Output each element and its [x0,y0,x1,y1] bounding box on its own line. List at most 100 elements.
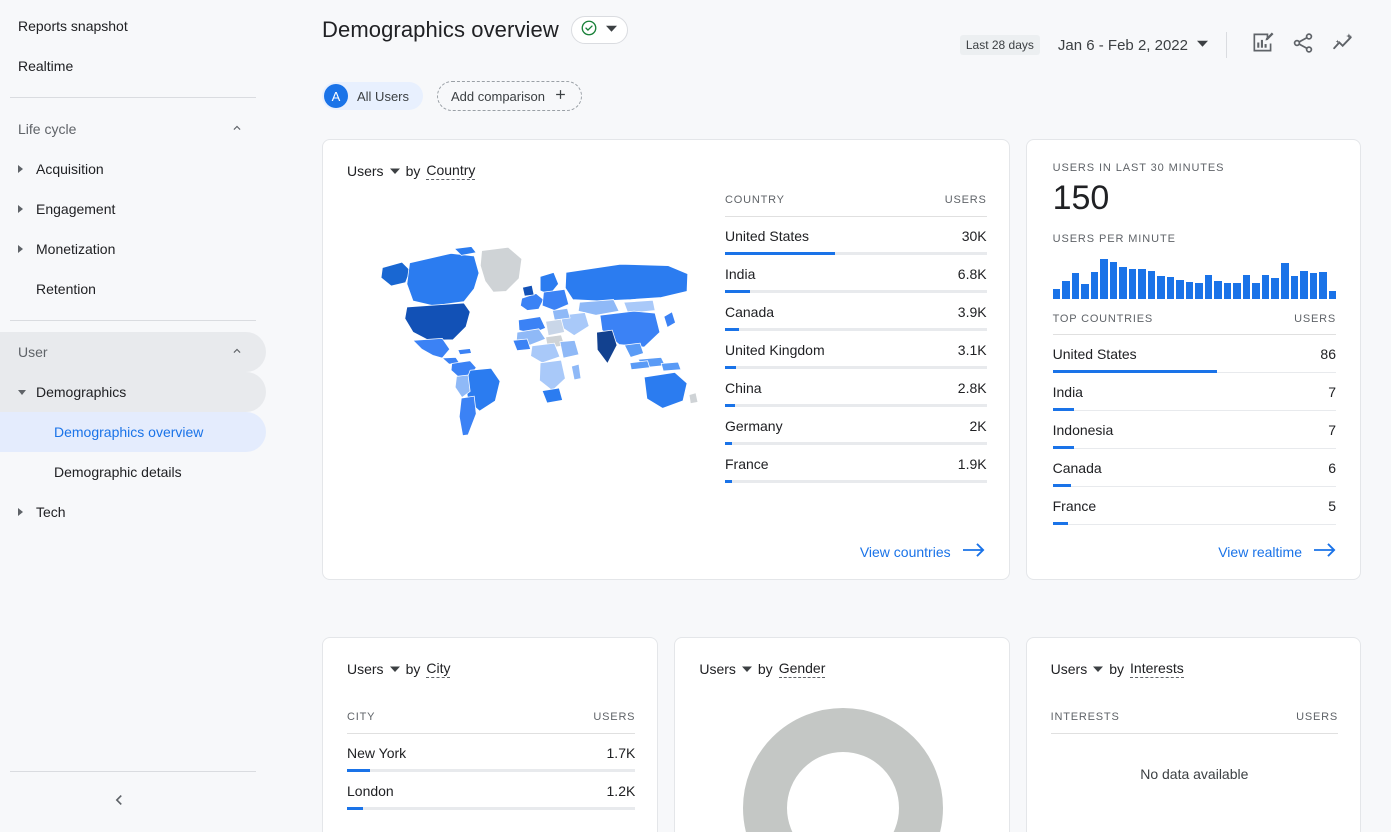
spark-bar [1119,267,1127,299]
by-label: by [758,661,773,677]
table-row[interactable]: Indonesia7 [1053,411,1336,449]
table-row[interactable]: United States86 [1053,335,1336,373]
table-row-content: United States86 [1053,346,1336,362]
sidebar-item-reports-snapshot[interactable]: Reports snapshot [0,6,266,46]
table-row[interactable]: United States30K [725,217,987,255]
world-map-chart[interactable] [347,194,717,464]
spark-bar [1167,277,1175,299]
insights-icon [1331,30,1356,60]
table-row[interactable]: United Kingdom3.1K [725,331,987,369]
spark-bar [1205,275,1213,298]
table-row[interactable]: France5 [1053,487,1336,525]
dimension-selector-city[interactable]: City [426,660,450,678]
sidebar-item-realtime[interactable]: Realtime [0,46,266,86]
sidebar-item-tech[interactable]: Tech [0,492,266,532]
chevron-up-icon [230,121,244,138]
arrow-right-icon [963,542,985,561]
caret-down-icon [18,390,36,395]
report-status-dropdown[interactable] [571,16,628,44]
spark-bar [1186,282,1194,299]
insights-button[interactable] [1323,25,1363,65]
customize-report-button[interactable] [1243,25,1283,65]
card-body: COUNTRY USERS United States30KIndia6.8KC… [347,194,987,483]
sidebar-item-demographic-details[interactable]: Demographic details [0,452,266,492]
metric-selector[interactable]: Users [699,661,752,677]
sidebar-item-label: Engagement [36,201,115,217]
country-rows: United States30K India6.8KCanada3.9KUnite… [725,217,987,483]
all-users-chip[interactable]: A All Users [322,82,423,110]
analytics-app: Reports snapshot Realtime Life cycle Acq… [0,0,1391,832]
row-metric: 86 [1320,346,1336,362]
table-row[interactable]: Germany2K [725,407,987,445]
spark-bar [1157,276,1165,299]
view-realtime-link[interactable]: View realtime [1218,542,1336,561]
spark-bar [1224,283,1232,299]
sidebar-group-user[interactable]: User [0,332,266,372]
spark-bar [1310,273,1318,299]
realtime-headline-value: 150 [1053,178,1336,219]
city-rows: New York1.7K London 1.2K [347,734,635,810]
table-row[interactable]: France1.9K [725,445,987,483]
sidebar-item-label: Monetization [36,241,115,257]
column-header-dimension: INTERESTS [1051,711,1120,723]
sidebar-item-retention[interactable]: Retention [0,269,266,309]
spark-bar [1110,262,1118,299]
sidebar: Reports snapshot Realtime Life cycle Acq… [0,0,290,832]
sidebar-collapse-button[interactable] [0,772,290,832]
caret-right-icon [18,508,36,516]
cards-row-1: Users by Country [322,139,1361,580]
spark-bar [1271,278,1279,299]
table-header: COUNTRY USERS [725,194,987,217]
sidebar-item-monetization[interactable]: Monetization [0,229,266,269]
table-row[interactable]: China2.8K [725,369,987,407]
spark-bar [1148,271,1156,299]
header-tools: Last 28 days Jan 6 - Feb 2, 2022 [960,16,1363,65]
sidebar-group-life-cycle[interactable]: Life cycle [0,109,266,149]
metric-selector[interactable]: Users [347,163,400,179]
table-row[interactable]: New York1.7K [347,734,635,772]
table-row[interactable]: Canada6 [1053,449,1336,487]
caret-down-icon [390,163,400,179]
dimension-selector-interests[interactable]: Interests [1130,660,1184,678]
caret-down-icon [1093,661,1103,677]
dimension-selector-gender[interactable]: Gender [779,660,826,678]
world-map-svg [362,222,702,437]
share-button[interactable] [1283,25,1323,65]
gender-donut-chart[interactable] [699,708,986,832]
users-per-minute-chart[interactable] [1053,254,1336,299]
sidebar-item-demographics[interactable]: Demographics [0,372,266,412]
metric-selector[interactable]: Users [1051,661,1104,677]
date-range-selector[interactable]: Last 28 days Jan 6 - Feb 2, 2022 [960,35,1208,55]
column-header-dimension: COUNTRY [725,194,785,206]
metric-selector[interactable]: Users [347,661,400,677]
view-countries-link[interactable]: View countries [860,542,985,561]
page-title: Demographics overview [322,17,559,43]
card-realtime: USERS IN LAST 30 MINUTES 150 USERS PER M… [1026,139,1361,580]
bar-fill [1053,522,1069,525]
row-metric: 1.2K [607,783,636,799]
caret-down-icon [390,661,400,677]
table-row[interactable]: London 1.2K [347,772,635,810]
spark-bar [1291,276,1299,299]
spark-bar [1195,283,1203,299]
table-row[interactable]: India6.8K [725,255,987,293]
row-dimension: London [347,783,394,799]
row-dimension: New York [347,745,406,761]
sidebar-item-acquisition[interactable]: Acquisition [0,149,266,189]
card-users-by-city: Users by City CITY USERS New York1.7KLon… [322,637,658,832]
dimension-selector-country[interactable]: Country [426,162,475,180]
avatar: A [324,84,348,108]
add-comparison-button[interactable]: Add comparison [437,81,582,111]
row-metric: 3.9K [958,304,987,320]
sidebar-group-label: User [18,344,48,360]
spark-bar [1053,289,1061,299]
spark-bar [1091,272,1099,299]
table-row-content: Germany2K [725,418,987,434]
table-row-content: United States30K [725,228,987,244]
sidebar-item-demographics-overview[interactable]: Demographics overview [0,412,266,452]
sidebar-item-label: Realtime [18,58,73,74]
table-row[interactable]: Canada3.9K [725,293,987,331]
table-row[interactable]: India7 [1053,373,1336,411]
metric-label: Users [347,163,384,179]
sidebar-item-engagement[interactable]: Engagement [0,189,266,229]
